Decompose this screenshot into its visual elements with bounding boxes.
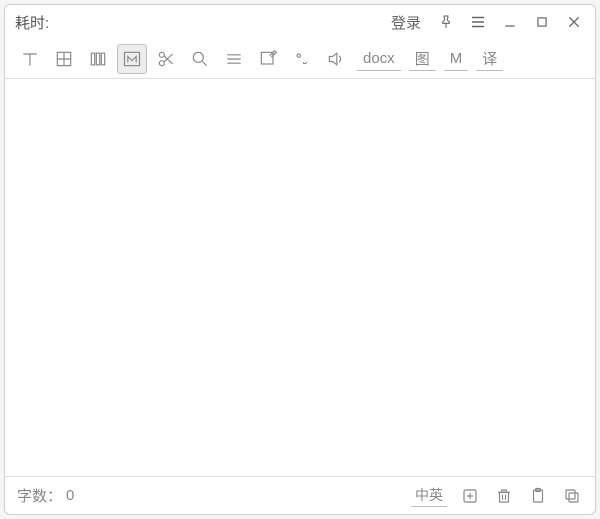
menu-button[interactable]: [467, 11, 489, 33]
docx-button[interactable]: docx: [357, 47, 401, 71]
columns-tool[interactable]: [83, 44, 113, 74]
lines-icon: [224, 49, 244, 69]
toolbar: docx 图 M 译: [5, 39, 595, 79]
timer-label: 耗时:: [15, 12, 49, 33]
app-window: 耗时: 登录: [4, 4, 596, 515]
search-icon: [190, 49, 210, 69]
point-tool[interactable]: [287, 44, 317, 74]
close-button[interactable]: [563, 11, 585, 33]
maximize-icon: [535, 15, 549, 29]
grid-tool[interactable]: [49, 44, 79, 74]
cut-tool[interactable]: [151, 44, 181, 74]
hamburger-icon: [469, 13, 487, 31]
editor-area[interactable]: [5, 79, 595, 476]
wordcount-value: 0: [66, 487, 74, 504]
minimize-icon: [502, 14, 518, 30]
lines-tool[interactable]: [219, 44, 249, 74]
close-icon: [566, 14, 582, 30]
speaker-icon: [326, 49, 346, 69]
columns-icon: [88, 49, 108, 69]
speaker-tool[interactable]: [321, 44, 351, 74]
text-icon: [20, 49, 40, 69]
search-tool[interactable]: [185, 44, 215, 74]
delete-button[interactable]: [493, 485, 515, 507]
pin-icon: [438, 14, 454, 30]
wordcount-label: 字数：: [17, 485, 62, 506]
trash-icon: [495, 487, 513, 505]
scissors-icon: [156, 49, 176, 69]
translate-button[interactable]: 译: [476, 47, 503, 71]
titlebar: 耗时: 登录: [5, 5, 595, 39]
new-icon: [461, 487, 479, 505]
edit-icon: [258, 49, 278, 69]
degree-icon: [292, 49, 312, 69]
minimize-button[interactable]: [499, 11, 521, 33]
statusbar-left: 字数： 0: [17, 485, 74, 506]
paste-button[interactable]: [527, 485, 549, 507]
statusbar-right: 中英: [411, 485, 583, 507]
edit-tool[interactable]: [253, 44, 283, 74]
pin-button[interactable]: [435, 11, 457, 33]
new-button[interactable]: [459, 485, 481, 507]
titlebar-left: 耗时:: [15, 12, 53, 33]
markdown-button[interactable]: M: [444, 47, 469, 71]
statusbar: 字数： 0 中英: [5, 476, 595, 514]
lang-toggle[interactable]: 中英: [411, 485, 447, 507]
login-button[interactable]: 登录: [387, 11, 425, 33]
titlebar-right: 登录: [387, 11, 585, 33]
paste-icon: [529, 487, 547, 505]
text-tool[interactable]: [15, 44, 45, 74]
copy-button[interactable]: [561, 485, 583, 507]
copy-icon: [563, 487, 581, 505]
image-button[interactable]: 图: [409, 47, 436, 71]
m-box-icon: [122, 49, 142, 69]
grid-icon: [54, 49, 74, 69]
maximize-button[interactable]: [531, 11, 553, 33]
m-tool[interactable]: [117, 44, 147, 74]
